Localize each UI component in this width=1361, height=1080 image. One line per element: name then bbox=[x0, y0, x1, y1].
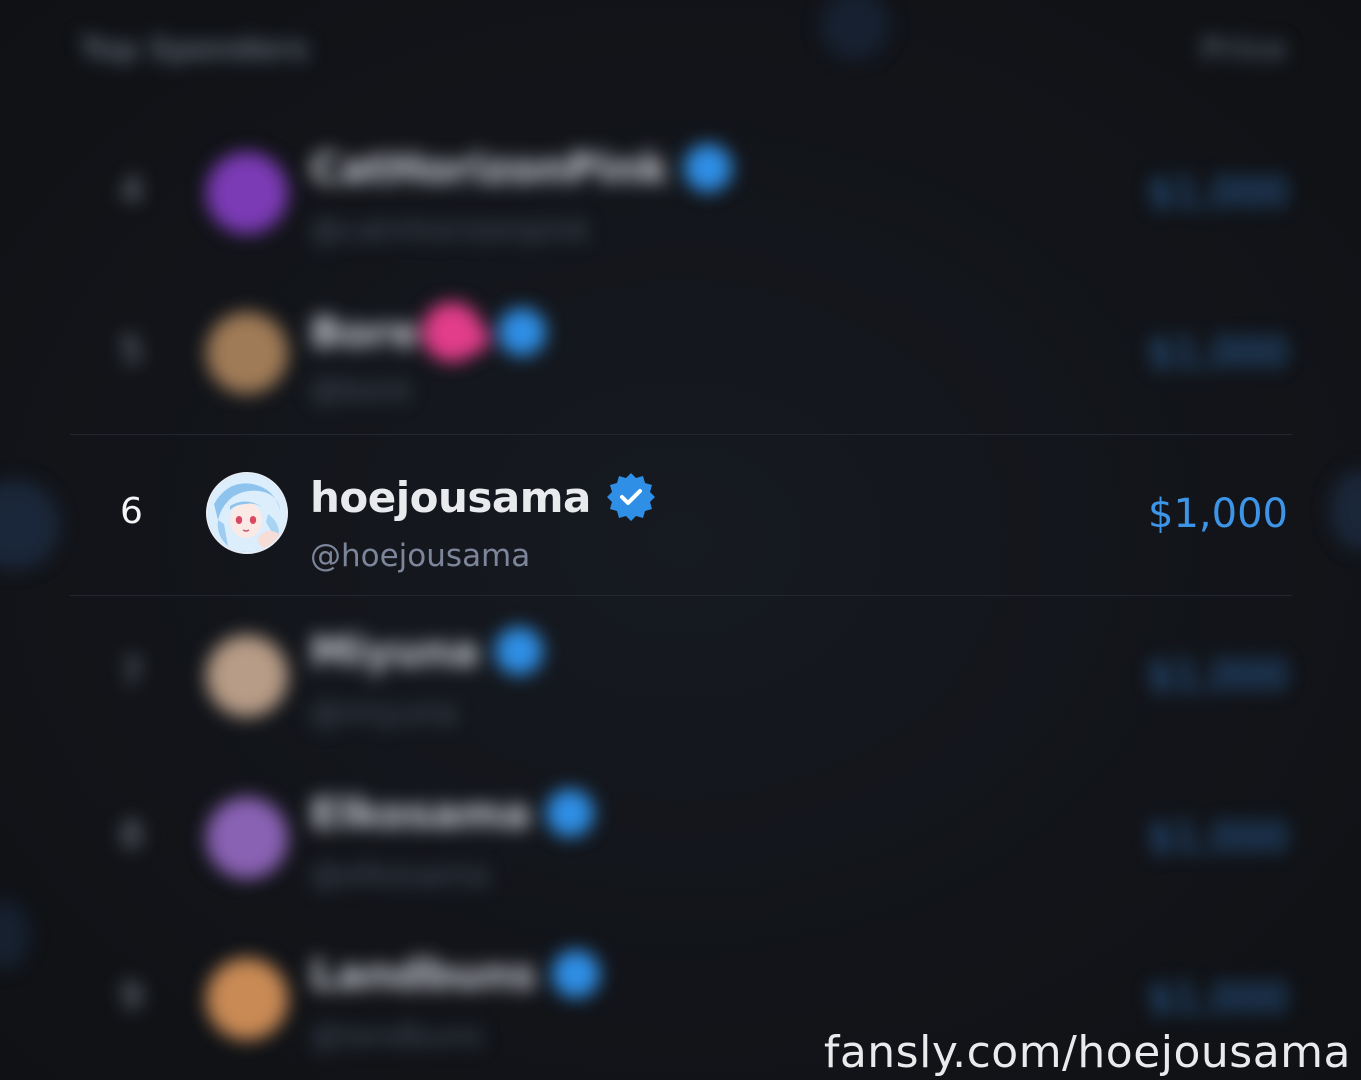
avatar[interactable] bbox=[206, 472, 288, 554]
leaderboard-screen: Top Spenders Price 4 CatHorizonPink @cat… bbox=[0, 0, 1361, 1080]
rank-number: 9 bbox=[120, 976, 143, 1017]
page-title: Top Spenders bbox=[80, 32, 309, 67]
username[interactable]: Bore bbox=[310, 308, 419, 357]
side-icon bbox=[0, 900, 30, 970]
leaderboard-row[interactable]: 7 Miyuna @miyuna $1,000 bbox=[70, 595, 1292, 755]
avatar[interactable] bbox=[206, 152, 288, 234]
avatar[interactable] bbox=[206, 797, 288, 879]
rank-number: 8 bbox=[120, 815, 143, 856]
user-handle: @bore bbox=[310, 372, 411, 408]
avatar[interactable] bbox=[206, 958, 288, 1040]
user-handle: @landbuns bbox=[310, 1018, 484, 1054]
heart-emoji-icon bbox=[411, 291, 494, 373]
rank-number: 5 bbox=[120, 330, 143, 371]
spent-amount: $1,000 bbox=[1148, 653, 1288, 699]
spent-amount: $1,000 bbox=[1148, 815, 1288, 861]
watermark-url: fansly.com/hoejousama bbox=[823, 1027, 1351, 1078]
user-handle: @catnhorizonpink bbox=[310, 212, 590, 248]
rank-number: 6 bbox=[120, 491, 143, 532]
leaderboard-row[interactable]: 5 Bore @bore $1,000 bbox=[70, 272, 1292, 432]
verified-check-icon bbox=[605, 471, 657, 523]
spent-amount: $1,000 bbox=[1148, 491, 1288, 537]
leaderboard-row[interactable]: 8 Elkosama @elkosama $1,000 bbox=[70, 757, 1292, 917]
verified-check-icon bbox=[493, 625, 545, 677]
side-icon bbox=[820, 0, 890, 60]
verified-check-icon bbox=[544, 787, 596, 839]
username[interactable]: CatHorizonPink bbox=[310, 144, 668, 193]
side-icon bbox=[1330, 470, 1361, 550]
user-handle: @hoejousama bbox=[310, 538, 531, 574]
user-handle: @elkosama bbox=[310, 857, 489, 893]
rank-number: 7 bbox=[120, 653, 143, 694]
user-handle: @miyuna bbox=[310, 695, 457, 731]
username[interactable]: Landbuns bbox=[310, 950, 536, 999]
leaderboard-row-highlighted[interactable]: 6 hoejousama @hoejousama $1,000 bbox=[70, 436, 1292, 594]
spent-amount: $1,000 bbox=[1148, 976, 1288, 1022]
spent-amount: $1,000 bbox=[1148, 330, 1288, 376]
username[interactable]: Elkosama bbox=[310, 789, 531, 838]
verified-check-icon bbox=[496, 306, 548, 358]
spent-amount: $1,000 bbox=[1148, 170, 1288, 216]
rank-number: 4 bbox=[120, 170, 143, 211]
row-divider bbox=[70, 434, 1292, 435]
row-divider bbox=[70, 595, 1292, 596]
verified-check-icon bbox=[682, 142, 734, 194]
avatar[interactable] bbox=[206, 635, 288, 717]
column-header-price: Price bbox=[1200, 32, 1286, 67]
avatar-image bbox=[208, 474, 286, 552]
username[interactable]: hoejousama bbox=[310, 473, 591, 522]
avatar[interactable] bbox=[206, 312, 288, 394]
lock-icon bbox=[0, 480, 60, 570]
leaderboard-row[interactable]: 4 CatHorizonPink @catnhorizonpink $1,000 bbox=[70, 112, 1292, 272]
verified-check-icon bbox=[550, 948, 602, 1000]
username[interactable]: Miyuna bbox=[310, 627, 479, 676]
